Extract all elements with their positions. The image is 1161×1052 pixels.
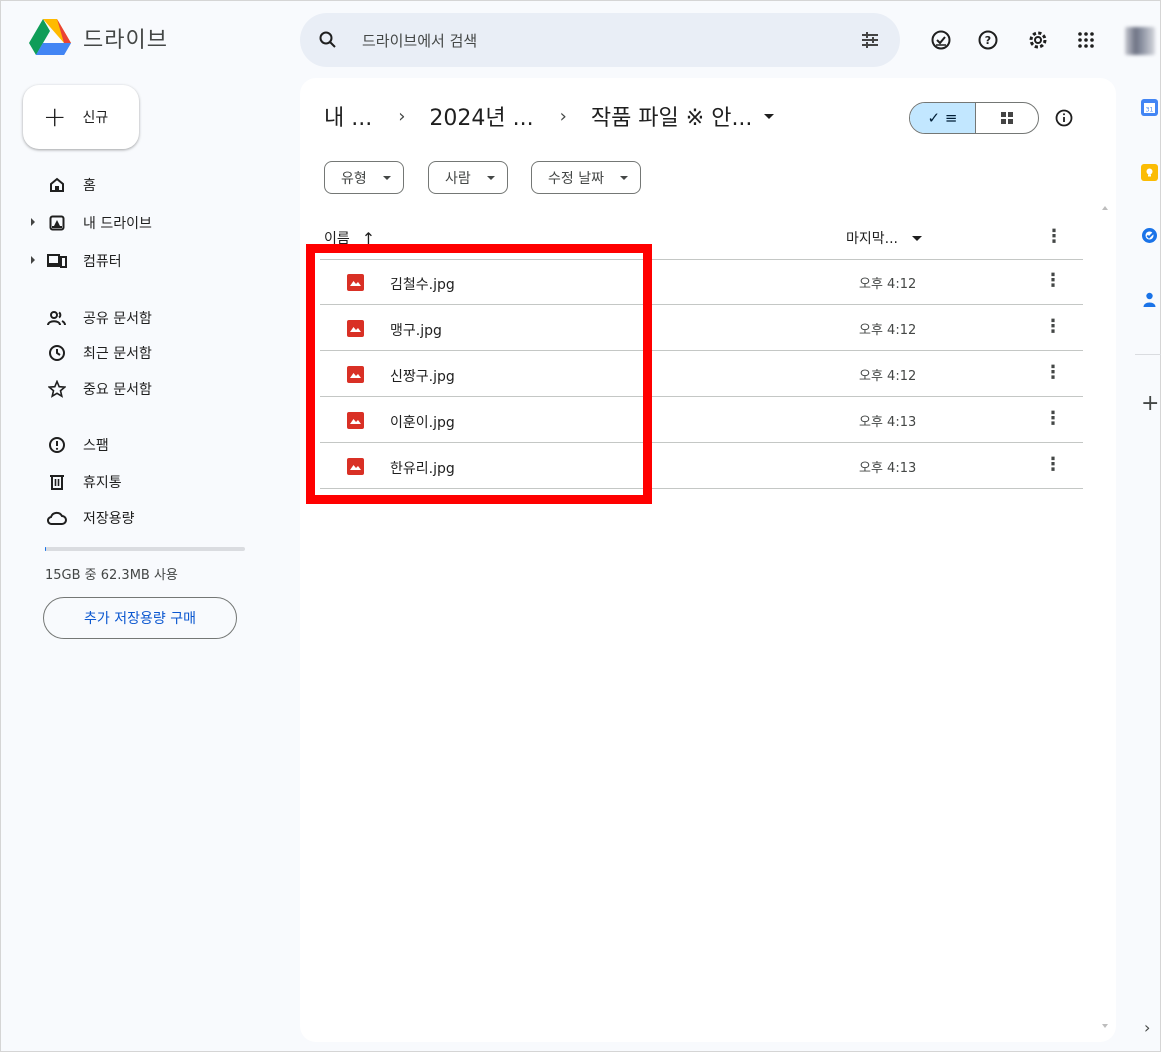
more-vert-icon[interactable]: ⋮ xyxy=(1044,454,1062,475)
contacts-icon[interactable] xyxy=(1141,291,1158,308)
my-drive-icon xyxy=(47,213,67,233)
svg-text:31: 31 xyxy=(1146,107,1154,114)
new-button-label: 신규 xyxy=(82,110,109,126)
filter-chip-label: 수정 날짜 xyxy=(548,170,604,187)
search-bar[interactable]: 드라이브에서 검색 xyxy=(300,13,900,67)
spam-icon xyxy=(47,435,67,455)
chevron-right-icon: › xyxy=(559,105,567,127)
grid-view-button[interactable] xyxy=(976,103,1038,133)
file-modified: 오후 4:12 xyxy=(859,323,917,338)
filter-modified-chip[interactable]: 수정 날짜 xyxy=(531,161,641,194)
scroll-up-arrow-icon[interactable] xyxy=(1102,206,1108,210)
svg-text:?: ? xyxy=(985,34,991,47)
buy-storage-button[interactable]: 추가 저장용량 구매 xyxy=(43,597,237,639)
caret-down-icon xyxy=(486,175,495,180)
new-button[interactable]: + 신규 xyxy=(23,85,139,149)
breadcrumb-item-folder[interactable]: 2024년 ... xyxy=(429,100,533,132)
more-vert-icon[interactable]: ⋮ xyxy=(1045,226,1063,247)
computer-icon xyxy=(47,251,67,271)
storage-usage-text: 15GB 중 62.3MB 사용 xyxy=(45,568,178,583)
column-header-label: 마지막... xyxy=(846,231,898,247)
drive-logo-icon xyxy=(29,19,71,55)
more-vert-icon[interactable]: ⋮ xyxy=(1044,316,1062,337)
caret-down-icon xyxy=(912,235,922,241)
breadcrumb-item-my-drive[interactable]: 내 ... xyxy=(324,100,372,132)
apps-grid-icon[interactable] xyxy=(1074,28,1098,52)
keep-icon[interactable] xyxy=(1141,164,1158,181)
breadcrumb-item-current[interactable]: 작품 파일 ※ 안... xyxy=(591,100,753,132)
grid-view-icon xyxy=(1001,112,1013,124)
offline-ready-icon[interactable] xyxy=(929,28,953,52)
annotation-highlight-box xyxy=(306,244,652,504)
search-icon[interactable] xyxy=(318,30,338,54)
file-modified: 오후 4:12 xyxy=(859,277,917,292)
breadcrumb: 내 ... › 2024년 ... › 작품 파일 ※ 안... xyxy=(324,100,775,132)
trash-icon xyxy=(47,472,67,492)
search-input[interactable]: 드라이브에서 검색 xyxy=(362,30,477,51)
more-vert-icon[interactable]: ⋮ xyxy=(1044,362,1062,383)
sidebar-item-label: 저장용량 xyxy=(83,511,135,527)
sidebar-item-label: 중요 문서함 xyxy=(83,382,152,398)
star-icon xyxy=(47,379,67,399)
home-icon xyxy=(47,175,67,195)
list-view-label: ✓ ≡ xyxy=(927,109,958,127)
chevron-right-icon[interactable]: › xyxy=(1144,1018,1150,1037)
file-modified: 오후 4:13 xyxy=(859,415,917,430)
sidebar-item-label: 스팸 xyxy=(83,438,109,454)
expand-arrow-icon[interactable] xyxy=(31,218,35,226)
tasks-icon[interactable] xyxy=(1141,227,1158,244)
chevron-right-icon: › xyxy=(398,105,406,127)
calendar-icon[interactable]: 31 xyxy=(1141,99,1158,116)
list-view-button[interactable]: ✓ ≡ xyxy=(910,103,976,133)
storage-meter xyxy=(45,547,245,551)
storage-meter-fill xyxy=(45,547,46,551)
filter-chip-label: 사람 xyxy=(445,170,471,187)
more-vert-icon[interactable]: ⋮ xyxy=(1044,270,1062,291)
search-options-icon[interactable] xyxy=(860,30,880,54)
add-addon-icon[interactable]: + xyxy=(1141,391,1159,416)
filter-chip-label: 유형 xyxy=(341,170,367,187)
sidebar-item-label: 최근 문서함 xyxy=(83,346,152,362)
view-toggle: ✓ ≡ xyxy=(909,102,1039,134)
sidebar-item-label: 컴퓨터 xyxy=(83,254,122,270)
info-icon[interactable] xyxy=(1054,108,1074,132)
account-avatar[interactable] xyxy=(1125,27,1155,55)
expand-arrow-icon[interactable] xyxy=(31,256,35,264)
plus-icon: + xyxy=(43,100,67,133)
drive-logo[interactable]: 드라이브 xyxy=(29,19,168,57)
column-header-modified[interactable]: 마지막... xyxy=(846,228,922,248)
more-vert-icon[interactable]: ⋮ xyxy=(1044,408,1062,429)
sidebar-item-label: 내 드라이브 xyxy=(83,216,152,232)
divider xyxy=(1135,354,1161,355)
scroll-down-arrow-icon[interactable] xyxy=(1102,1024,1108,1028)
settings-icon[interactable] xyxy=(1026,28,1050,52)
filter-type-chip[interactable]: 유형 xyxy=(324,161,404,194)
caret-down-icon xyxy=(382,175,391,180)
caret-down-icon xyxy=(619,175,628,180)
file-modified: 오후 4:13 xyxy=(859,461,917,476)
help-icon[interactable]: ? xyxy=(976,28,1000,52)
sidebar-item-label: 홈 xyxy=(83,178,96,194)
file-list-panel: 내 ... › 2024년 ... › 작품 파일 ※ 안... ✓ ≡ 유형 … xyxy=(300,78,1116,1042)
cloud-icon xyxy=(47,508,67,528)
sidebar-item-label: 휴지통 xyxy=(83,475,122,491)
sidebar-item-label: 공유 문서함 xyxy=(83,311,152,327)
app-title: 드라이브 xyxy=(83,28,168,53)
file-modified: 오후 4:12 xyxy=(859,369,917,384)
filter-people-chip[interactable]: 사람 xyxy=(428,161,508,194)
folder-menu-caret-icon[interactable] xyxy=(764,113,775,119)
shared-icon xyxy=(47,308,67,328)
recent-icon xyxy=(47,343,67,363)
